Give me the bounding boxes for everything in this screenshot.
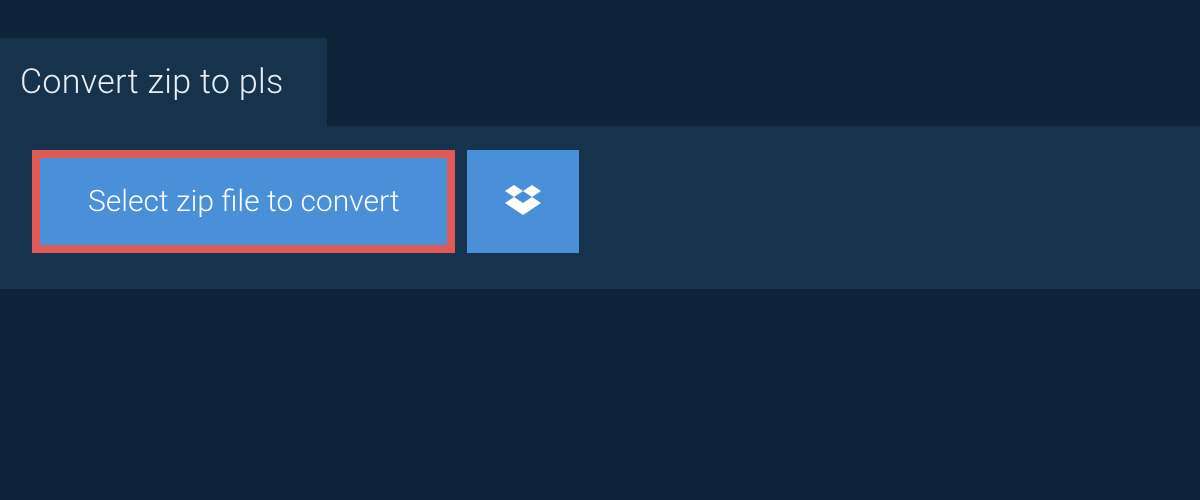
header-tab: Convert zip to pls bbox=[0, 38, 327, 126]
page-title: Convert zip to pls bbox=[20, 62, 283, 102]
select-file-label: Select zip file to convert bbox=[88, 184, 399, 219]
dropbox-button[interactable] bbox=[467, 150, 579, 253]
select-file-button[interactable]: Select zip file to convert bbox=[32, 150, 455, 253]
main-panel: Select zip file to convert bbox=[0, 126, 1200, 289]
dropbox-icon bbox=[505, 182, 541, 222]
button-row: Select zip file to convert bbox=[32, 150, 1168, 253]
